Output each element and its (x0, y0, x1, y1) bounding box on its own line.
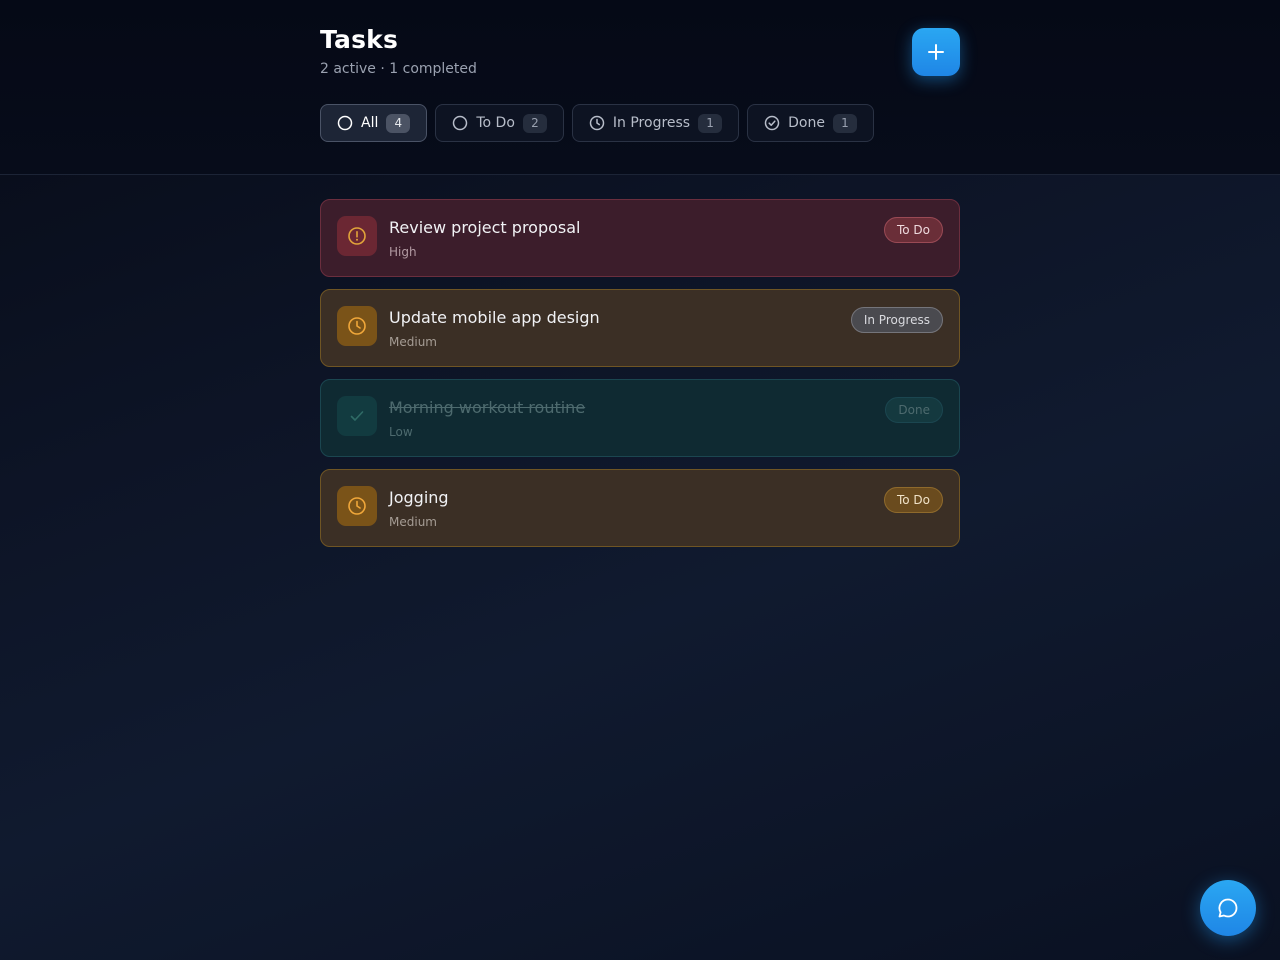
filter-to-do[interactable]: To Do 2 (435, 104, 564, 142)
plus-icon (926, 42, 946, 62)
task-summary: 2 active · 1 completed (320, 61, 477, 77)
task-card[interactable]: Review project proposal High To Do (320, 199, 960, 277)
status-badge[interactable]: Done (885, 397, 943, 423)
check-icon[interactable] (337, 396, 377, 436)
add-task-button[interactable] (912, 28, 960, 76)
filter-in-progress[interactable]: In Progress 1 (571, 104, 740, 142)
filter-label: To Do (476, 115, 515, 131)
filter-count: 1 (698, 113, 723, 133)
clock-icon (589, 115, 605, 131)
circle-icon (337, 115, 353, 131)
chat-button[interactable] (1200, 880, 1256, 936)
task-title: Review project proposal (389, 218, 581, 237)
task-list: Review project proposal High To Do Updat… (320, 199, 960, 559)
task-priority: High (389, 245, 417, 259)
page-title: Tasks (320, 25, 399, 54)
clock-icon[interactable] (337, 486, 377, 526)
filter-label: Done (788, 115, 825, 131)
status-filter-bar: All 4 To Do 2 In Progress 1 Done 1 (320, 104, 874, 142)
alert-circle-icon[interactable] (337, 216, 377, 256)
status-badge[interactable]: To Do (883, 487, 943, 513)
task-card[interactable]: Jogging Medium To Do (320, 469, 960, 547)
clock-icon[interactable] (337, 306, 377, 346)
filter-count: 4 (386, 113, 411, 133)
task-priority: Medium (389, 515, 437, 529)
page-header: Tasks 2 active · 1 completed All 4 To Do… (0, 0, 1280, 175)
status-badge[interactable]: To Do (883, 217, 943, 243)
task-title: Morning workout routine (389, 398, 586, 417)
filter-all[interactable]: All 4 (320, 104, 428, 142)
task-priority: Low (389, 425, 413, 439)
filter-label: In Progress (612, 115, 691, 131)
filter-count: 2 (522, 113, 547, 133)
task-title: Update mobile app design (389, 308, 600, 327)
task-priority: Medium (389, 335, 437, 349)
task-card[interactable]: Update mobile app design Medium In Progr… (320, 289, 960, 367)
circle-icon (452, 115, 468, 131)
task-card[interactable]: Morning workout routine Low Done (320, 379, 960, 457)
filter-count: 1 (832, 113, 857, 133)
task-title: Jogging (389, 488, 449, 507)
header-content: Tasks 2 active · 1 completed All 4 To Do… (320, 0, 960, 175)
status-badge[interactable]: In Progress (850, 307, 943, 333)
chat-bubble-icon (1215, 895, 1241, 921)
filter-done[interactable]: Done 1 (747, 104, 874, 142)
check-circle-icon (764, 115, 780, 131)
filter-label: All (361, 115, 379, 131)
